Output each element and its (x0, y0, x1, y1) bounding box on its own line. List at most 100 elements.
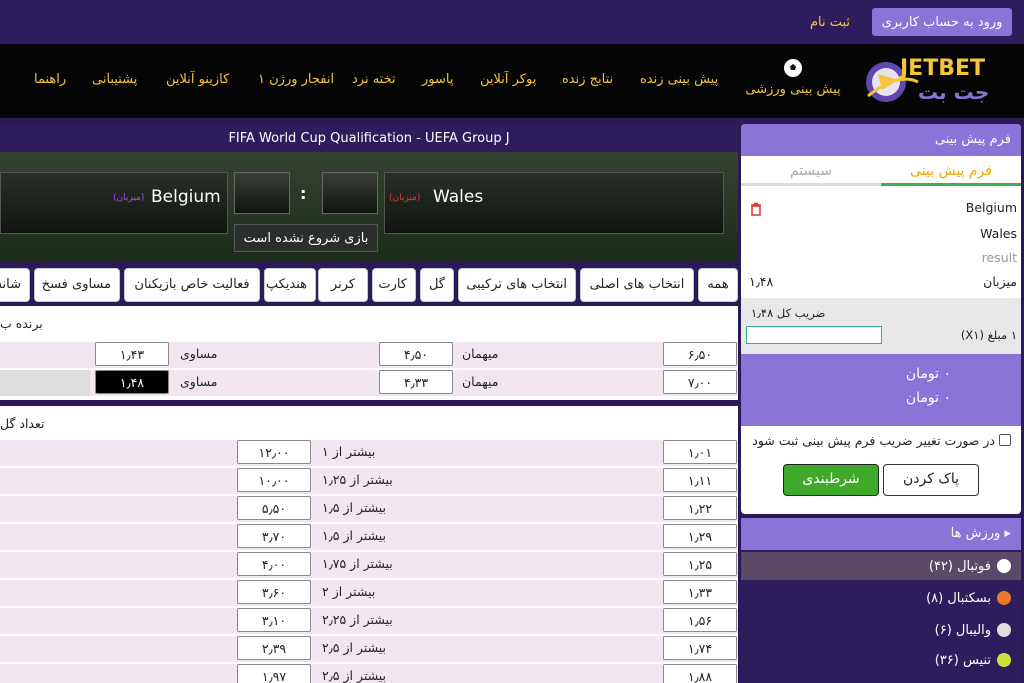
sports-menu-title[interactable]: ▸ ورزش ها (741, 518, 1021, 550)
nav-live-betting[interactable]: پیش بینی زنده (640, 72, 718, 87)
register-link[interactable]: ثبت نام (800, 8, 860, 36)
tab-combo-picks[interactable]: انتخاب های ترکیبی (458, 268, 576, 302)
odd-button[interactable]: ۴٫۰۰ (237, 552, 311, 576)
place-bet-button[interactable]: شرطبندی (783, 464, 879, 496)
home-score-box (234, 172, 290, 214)
sport-item-football[interactable]: فوتبال (۴۲) (741, 552, 1021, 580)
nav-live-results[interactable]: نتایج زنده (562, 72, 613, 87)
sport-item-tennis[interactable]: تنیس (۳۶) (741, 646, 1021, 674)
tab-chance[interactable]: شانس (0, 268, 30, 302)
home-team-box: Wales (میزبان) (384, 172, 724, 234)
slip-result: result (981, 250, 1017, 265)
nav-pasur[interactable]: پاسور (422, 72, 453, 87)
away-team-box: Belgium (میزبان) (0, 172, 228, 234)
odd-button[interactable]: ۱٫۰۱ (663, 440, 737, 464)
sport-item-label: بسکتبال (۸) (926, 590, 991, 606)
odd-label: بیشتر از ۱٫۵ (322, 500, 387, 515)
away-team-tag: (میزبان) (113, 193, 145, 203)
odd-button[interactable]: ۱٫۲۵ (663, 552, 737, 576)
odd-button[interactable]: ۵٫۵۰ (237, 496, 311, 520)
odd-button[interactable]: ۶٫۵۰ (663, 342, 737, 366)
odd-button[interactable]: ۲٫۳۹ (237, 636, 311, 660)
odd-button[interactable]: ۴٫۳۳ (379, 370, 453, 394)
amount-label: ۱ مبلغ (X۱) (960, 328, 1017, 342)
clear-button[interactable]: پاک کردن (883, 464, 979, 496)
football-icon (997, 559, 1011, 573)
odd-label: بیشتر از ۲٫۵ (322, 668, 387, 683)
odd-button[interactable]: ۱٫۴۳ (95, 342, 169, 366)
stake-input[interactable] (746, 326, 882, 344)
sport-item-label: والیبال (۶) (934, 622, 991, 638)
odd-button[interactable]: ۱٫۲۲ (663, 496, 737, 520)
tab-all[interactable]: همه (698, 268, 738, 302)
soccer-ball-icon (784, 59, 802, 77)
odd-button-partial[interactable] (0, 370, 90, 396)
sports-menu: ▸ ورزش ها فوتبال (۴۲) بسکتبال (۸) والیبا… (741, 518, 1021, 683)
winner-market-title: برنده ب (0, 316, 43, 331)
odd-button[interactable]: ۱٫۹۷ (237, 664, 311, 683)
total-amount: ۰ تومان (905, 366, 951, 382)
tab-main-picks[interactable]: انتخاب های اصلی (580, 268, 694, 302)
basketball-icon (997, 591, 1011, 605)
nav-sport-label: پیش بینی ورزشی (745, 82, 841, 97)
tab-corner[interactable]: کرنر (318, 268, 368, 302)
odd-label: بیشتر از ۱٫۲۵ (322, 472, 393, 487)
odd-button[interactable]: ۱٫۱۱ (663, 468, 737, 492)
tab-draw-no-bet[interactable]: مساوی فسخ (34, 268, 120, 302)
odd-label: میهمان (462, 346, 499, 361)
tab-bet-form[interactable]: فرم پیش بینی (881, 158, 1021, 186)
odd-button[interactable]: ۳٫۱۰ (237, 608, 311, 632)
sport-item-volleyball[interactable]: والیبال (۶) (741, 616, 1021, 644)
tab-goal[interactable]: گل (420, 268, 454, 302)
tab-player-activity[interactable]: فعالیت خاص بازیکنان (124, 268, 260, 302)
odd-label: بیشتر از ۱٫۵ (322, 528, 387, 543)
odd-button[interactable]: ۱٫۲۹ (663, 524, 737, 548)
odd-button-selected[interactable]: ۱٫۴۸ (95, 370, 169, 394)
sport-item-basketball[interactable]: بسکتبال (۸) (741, 584, 1021, 612)
chevron-right-icon: ▸ (1004, 526, 1011, 541)
nav-online-casino[interactable]: کازینو آنلاین (166, 72, 229, 87)
odd-button[interactable]: ۱٫۸۸ (663, 664, 737, 683)
tab-handicap[interactable]: هندیکپ (264, 268, 316, 302)
odd-label: مساوی (180, 346, 218, 361)
tab-system[interactable]: سیستم (741, 158, 881, 186)
odd-button[interactable]: ۳٫۶۰ (237, 580, 311, 604)
slip-team-home: Belgium (965, 200, 1017, 215)
tennis-icon (997, 653, 1011, 667)
logo-text: JETBET (900, 56, 986, 81)
goals-market-title: تعداد گل (0, 416, 45, 431)
nav-sport-betting[interactable]: پیش بینی ورزشی (745, 58, 841, 110)
odd-button[interactable]: ۱۰٫۰۰ (237, 468, 311, 492)
odd-button[interactable]: ۳٫۷۰ (237, 524, 311, 548)
home-team-name: Wales (433, 187, 484, 207)
logo-text-fa: جت بت (918, 80, 990, 104)
bet-slip: فرم پیش بینی فرم پیش بینی سیستم Belgium … (741, 124, 1021, 514)
accept-odds-change-label: در صورت تغییر ضریب فرم پیش بینی ثبت شود (752, 433, 995, 448)
odd-button[interactable]: ۱٫۳۳ (663, 580, 737, 604)
winner-market-panel: برنده ب ۶٫۵۰ میهمان ۴٫۵۰ مساوی ۱٫۴۳ ۷٫۰۰… (0, 306, 738, 400)
slip-pick: میزبان (983, 274, 1017, 289)
home-team-tag: (میزبان) (389, 193, 421, 203)
odd-button[interactable]: ۴٫۵۰ (379, 342, 453, 366)
total-odd: ضریب کل ۱٫۴۸ (751, 306, 826, 320)
odd-button[interactable]: ۷٫۰۰ (663, 370, 737, 394)
odd-label: بیشتر از ۱٫۷۵ (322, 556, 393, 571)
nav-backgammon[interactable]: تخته نرد (352, 72, 396, 87)
away-score-box (322, 172, 378, 214)
accept-odds-change-checkbox[interactable] (999, 434, 1011, 446)
volleyball-icon (997, 623, 1011, 637)
match-title: FIFA World Cup Qualification - UEFA Grou… (0, 124, 738, 152)
odd-label: مساوی (180, 374, 218, 389)
tab-card[interactable]: کارت (372, 268, 416, 302)
odd-button[interactable]: ۱٫۷۴ (663, 636, 737, 660)
nav-support[interactable]: پشتیبانی (92, 72, 137, 87)
trash-icon[interactable] (749, 202, 763, 216)
nav-crash[interactable]: انفجار ورژن ۱ (258, 72, 334, 87)
odd-button[interactable]: ۱۲٫۰۰ (237, 440, 311, 464)
top-bar (0, 0, 1024, 44)
nav-online-poker[interactable]: پوکر آنلاین (480, 72, 536, 87)
odd-button[interactable]: ۱٫۵۶ (663, 608, 737, 632)
odd-label: بیشتر از ۲٫۲۵ (322, 612, 393, 627)
nav-help[interactable]: راهنما (34, 72, 66, 87)
login-button[interactable]: ورود به حساب کاربری (872, 8, 1012, 36)
